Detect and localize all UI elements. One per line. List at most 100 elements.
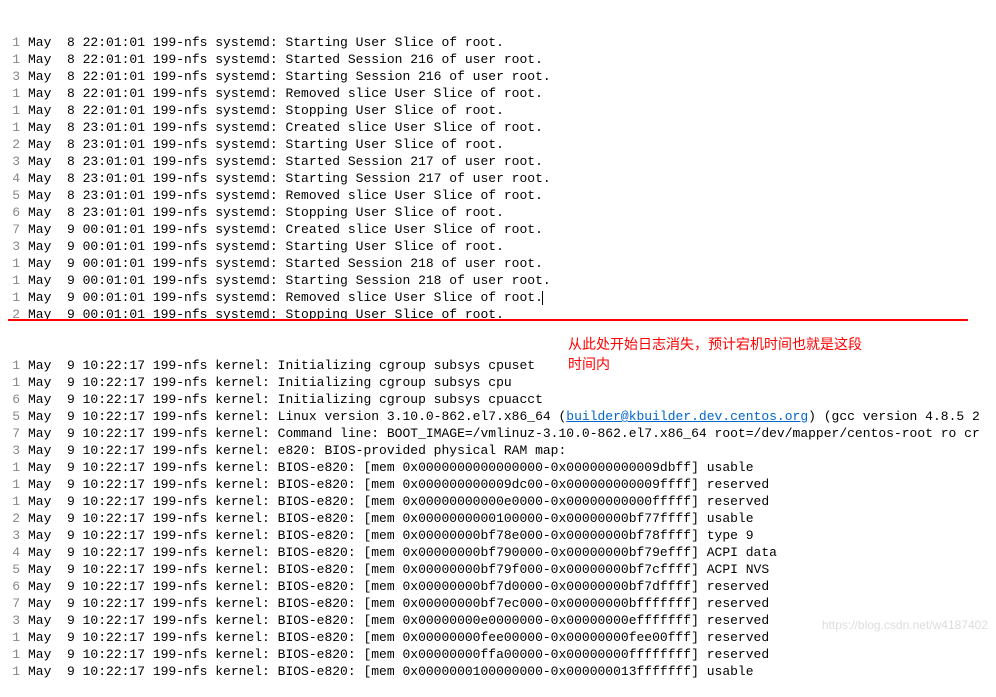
log-line: 1 May 9 10:22:17 199-nfs kernel: BIOS-e82… <box>8 476 996 493</box>
log-line: 4May 9 10:22:17 199-nfs kernel: BIOS-e82… <box>8 544 996 561</box>
line-number: 7 <box>8 221 20 238</box>
line-number: 1 <box>8 119 20 136</box>
log-text: May 9 10:22:17 199-nfs kernel: BIOS-e820… <box>28 578 769 595</box>
log-line: 4 May 8 23:01:01 199-nfs systemd: Startin… <box>8 170 996 187</box>
log-line: 1 May 8 22:01:01 199-nfs systemd: Removed… <box>8 85 996 102</box>
log-line: 3 May 9 00:01:01 199-nfs systemd: Startin… <box>8 238 996 255</box>
log-line: 1 May 8 22:01:01 199-nfs systemd: Startin… <box>8 34 996 51</box>
log-text: May 9 10:22:17 199-nfs kernel: BIOS-e820… <box>28 476 769 493</box>
line-number: 5 <box>8 408 20 425</box>
log-text: May 9 00:01:01 199-nfs systemd: Removed … <box>28 289 543 306</box>
log-line: 1 May 9 10:22:17 199-nfs kernel: Initiali… <box>8 374 996 391</box>
separator-line <box>8 319 968 321</box>
line-number: 5 <box>8 187 20 204</box>
log-line: 1May 9 10:22:17 199-nfs kernel: BIOS-e82… <box>8 646 996 663</box>
log-line: 7 May 9 10:22:17 199-nfs kernel: BIOS-e82… <box>8 595 996 612</box>
log-line: 7 May 9 10:22:17 199-nfs kernel: Command … <box>8 425 996 442</box>
line-number: 1 <box>8 289 20 306</box>
line-number: 6 <box>8 204 20 221</box>
log-text: May 9 10:22:17 199-nfs kernel: BIOS-e820… <box>28 493 769 510</box>
log-line: 1 May 8 22:01:01 199-nfs systemd: Stoppin… <box>8 102 996 119</box>
line-number: 1 <box>8 34 20 51</box>
annotation-text: 从此处开始日志消失，预计宕机时间也就是这段 时间内 <box>568 334 862 374</box>
line-number: 7 <box>8 425 20 442</box>
log-line: 5 May 9 10:22:17 199-nfs kernel: Linux ve… <box>8 408 996 425</box>
line-number: 4 <box>8 544 20 561</box>
email-link[interactable]: builder@kbuilder.dev.centos.org <box>566 409 808 424</box>
log-text: May 9 10:22:17 199-nfs kernel: BIOS-e820… <box>28 459 754 476</box>
log-line: 3 May 8 22:01:01 199-nfs systemd: Startin… <box>8 68 996 85</box>
log-text: May 9 10:22:17 199-nfs kernel: BIOS-e820… <box>28 663 754 680</box>
line-number: 2 <box>8 136 20 153</box>
line-number: 6 <box>8 391 20 408</box>
line-number: 1 <box>8 459 20 476</box>
line-number: 6 <box>8 578 20 595</box>
log-line: 1 May 8 22:01:01 199-nfs systemd: Started… <box>8 51 996 68</box>
log-line: 6 May 8 23:01:01 199-nfs systemd: Stoppin… <box>8 204 996 221</box>
line-number: 1 <box>8 374 20 391</box>
log-text: May 8 23:01:01 199-nfs systemd: Starting… <box>28 170 551 187</box>
log-line: 1 May 8 23:01:01 199-nfs systemd: Created… <box>8 119 996 136</box>
line-number: 4 <box>8 170 20 187</box>
log-line: 6 May 9 10:22:17 199-nfs kernel: BIOS-e82… <box>8 578 996 595</box>
line-number: 3 <box>8 612 20 629</box>
line-number: 3 <box>8 153 20 170</box>
line-number: 3 <box>8 238 20 255</box>
log-line: 3May 9 10:22:17 199-nfs kernel: BIOS-e82… <box>8 527 996 544</box>
log-text: May 9 10:22:17 199-nfs kernel: Linux ver… <box>28 408 980 425</box>
log-line: 3 May 8 23:01:01 199-nfs systemd: Started… <box>8 153 996 170</box>
log-text: May 8 22:01:01 199-nfs systemd: Started … <box>28 51 543 68</box>
log-text: May 9 10:22:17 199-nfs kernel: BIOS-e820… <box>28 595 769 612</box>
line-number: 3 <box>8 68 20 85</box>
watermark: https://blog.csdn.net/w4187402 <box>822 617 988 634</box>
log-line: 5 May 9 10:22:17 199-nfs kernel: BIOS-e82… <box>8 561 996 578</box>
line-number: 1 <box>8 663 20 680</box>
log-line: 6 May 9 10:22:17 199-nfs kernel: Initiali… <box>8 391 996 408</box>
annotation-line-1: 从此处开始日志消失，预计宕机时间也就是这段 <box>568 334 862 354</box>
log-line: 5 May 8 23:01:01 199-nfs systemd: Removed… <box>8 187 996 204</box>
log-text: May 9 00:01:01 199-nfs systemd: Created … <box>28 221 543 238</box>
log-line: 1 May 9 10:22:17 199-nfs kernel: BIOS-e82… <box>8 493 996 510</box>
log-text: May 9 10:22:17 199-nfs kernel: Initializ… <box>28 391 543 408</box>
log-text: May 9 10:22:17 199-nfs kernel: BIOS-e820… <box>28 561 769 578</box>
log-text: May 9 10:22:17 199-nfs kernel: Initializ… <box>28 374 512 391</box>
log-text: May 8 23:01:01 199-nfs systemd: Removed … <box>28 187 543 204</box>
log-text: May 8 23:01:01 199-nfs systemd: Starting… <box>28 136 504 153</box>
log-text: May 9 10:22:17 199-nfs kernel: BIOS-e820… <box>28 510 754 527</box>
line-number: 1 <box>8 272 20 289</box>
log-text: May 9 10:22:17 199-nfs kernel: Initializ… <box>28 357 535 374</box>
log-text: May 8 23:01:01 199-nfs systemd: Stopping… <box>28 204 504 221</box>
log-text: May 8 22:01:01 199-nfs systemd: Starting… <box>28 34 504 51</box>
log-text: May 8 22:01:01 199-nfs systemd: Stopping… <box>28 102 504 119</box>
log-text: May 8 22:01:01 199-nfs systemd: Starting… <box>28 68 551 85</box>
log-text: May 9 10:22:17 199-nfs kernel: BIOS-e820… <box>28 527 754 544</box>
log-line: 2 May 8 23:01:01 199-nfs systemd: Startin… <box>8 136 996 153</box>
annotation-line-2: 时间内 <box>568 354 862 374</box>
log-text: May 8 23:01:01 199-nfs systemd: Created … <box>28 119 543 136</box>
log-line: 1 May 9 10:22:17 199-nfs kernel: BIOS-e82… <box>8 663 996 680</box>
log-text: May 8 23:01:01 199-nfs systemd: Started … <box>28 153 543 170</box>
log-text: May 9 00:01:01 199-nfs systemd: Starting… <box>28 238 504 255</box>
log-line: 2May 9 10:22:17 199-nfs kernel: BIOS-e82… <box>8 510 996 527</box>
line-number: 7 <box>8 595 20 612</box>
log-text: May 8 22:01:01 199-nfs systemd: Removed … <box>28 85 543 102</box>
line-number: 1 <box>8 102 20 119</box>
log-text: May 9 10:22:17 199-nfs kernel: BIOS-e820… <box>28 612 769 629</box>
line-number: 3 <box>8 442 20 459</box>
line-number: 1 <box>8 476 20 493</box>
line-number: 1 <box>8 357 20 374</box>
log-text: May 9 00:01:01 199-nfs systemd: Started … <box>28 255 543 272</box>
line-number: 5 <box>8 561 20 578</box>
line-number: 1 <box>8 255 20 272</box>
log-text: May 9 10:22:17 199-nfs kernel: e820: BIO… <box>28 442 566 459</box>
line-number: 1 <box>8 646 20 663</box>
log-line: 1 May 9 00:01:01 199-nfs systemd: Started… <box>8 255 996 272</box>
line-number: 1 <box>8 85 20 102</box>
log-text: May 9 00:01:01 199-nfs systemd: Starting… <box>28 272 551 289</box>
line-number: 1 <box>8 493 20 510</box>
line-number: 1 <box>8 51 20 68</box>
log-text: May 9 10:22:17 199-nfs kernel: Command l… <box>28 425 980 442</box>
log-line: 7 May 9 00:01:01 199-nfs systemd: Created… <box>8 221 996 238</box>
text-cursor <box>542 291 543 305</box>
log-line: 1 May 9 10:22:17 199-nfs kernel: BIOS-e82… <box>8 459 996 476</box>
